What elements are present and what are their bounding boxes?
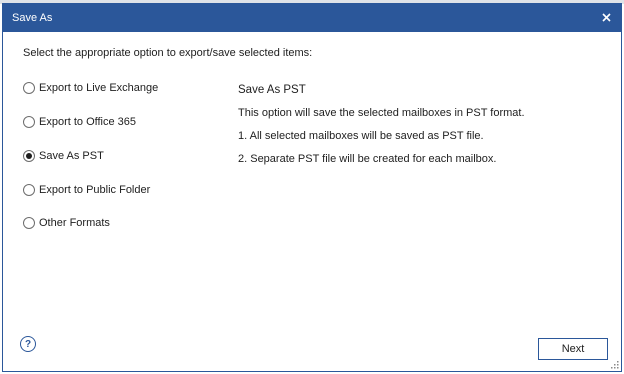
option-label: Other Formats: [39, 217, 110, 229]
radio-export-public-folder[interactable]: [23, 184, 35, 196]
option-export-office-365[interactable]: Export to Office 365: [23, 114, 136, 130]
description-line: 1. All selected mailboxes will be saved …: [238, 130, 484, 142]
radio-export-office-365[interactable]: [23, 116, 35, 128]
option-label: Export to Office 365: [39, 116, 137, 128]
help-icon[interactable]: ?: [20, 336, 36, 352]
dialog-titlebar: Save As: [3, 4, 621, 32]
option-save-as-pst[interactable]: Save As PST: [23, 148, 104, 164]
radio-other-formats[interactable]: [23, 217, 35, 229]
dialog-title: Save As: [12, 12, 53, 24]
close-icon: [601, 12, 611, 22]
description-line: This option will save the selected mailb…: [238, 107, 525, 119]
resize-grip-icon[interactable]: [610, 360, 619, 369]
description-title: Save As PST: [238, 84, 306, 96]
radio-export-live-exchange[interactable]: [23, 82, 35, 94]
option-label: Export to Live Exchange: [39, 82, 159, 94]
description-line: 2. Separate PST file will be created for…: [238, 153, 497, 165]
option-export-public-folder[interactable]: Export to Public Folder: [23, 182, 150, 198]
instruction-text: Select the appropriate option to export/…: [23, 47, 313, 59]
close-button[interactable]: [597, 8, 615, 26]
next-button[interactable]: Next: [538, 338, 608, 360]
option-label: Save As PST: [39, 150, 104, 162]
option-label: Export to Public Folder: [39, 184, 151, 196]
radio-save-as-pst[interactable]: [23, 150, 35, 162]
save-as-dialog: Save As Select the appropriate option to…: [2, 3, 622, 372]
option-export-live-exchange[interactable]: Export to Live Exchange: [23, 80, 158, 96]
option-other-formats[interactable]: Other Formats: [23, 215, 110, 231]
